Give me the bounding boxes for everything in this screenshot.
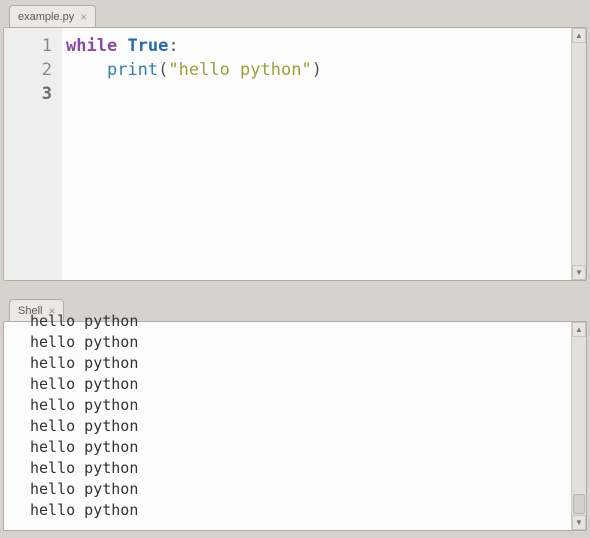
boolean-token: True (127, 36, 168, 56)
editor-tab[interactable]: example.py × (9, 5, 96, 27)
scroll-up-icon[interactable]: ▲ (572, 322, 586, 337)
line-number: 2 (4, 58, 52, 82)
editor-pane: 123 while True: print("hello python") ▲ … (3, 27, 587, 281)
paren-open: ( (158, 60, 168, 80)
editor-scrollbar[interactable]: ▲ ▼ (571, 28, 586, 280)
string-token: "hello python" (168, 60, 311, 80)
shell-panel: Shell × hello python hello python hello … (3, 297, 587, 531)
shell-pane: hello python hello python hello python h… (3, 321, 587, 531)
close-icon[interactable]: × (80, 11, 87, 23)
shell-output[interactable]: hello python hello python hello python h… (4, 311, 571, 530)
func-token: print (107, 60, 158, 80)
editor-tab-label: example.py (18, 11, 74, 23)
scroll-up-icon[interactable]: ▲ (572, 28, 586, 43)
panel-gap (3, 281, 587, 297)
punct-token: : (168, 36, 178, 56)
paren-close: ) (312, 60, 322, 80)
shell-scrollbar[interactable]: ▲ ▼ (571, 322, 586, 530)
keyword-token: while (66, 36, 117, 56)
editor-panel: example.py × 123 while True: print("hell… (3, 3, 587, 281)
editor-tab-bar: example.py × (3, 3, 587, 27)
line-number: 3 (4, 82, 52, 106)
scroll-down-icon[interactable]: ▼ (572, 515, 586, 530)
line-number-gutter: 123 (4, 28, 62, 280)
scroll-down-icon[interactable]: ▼ (572, 265, 586, 280)
code-area[interactable]: while True: print("hello python") (62, 28, 571, 280)
indent (66, 60, 107, 80)
scrollbar-thumb[interactable] (573, 494, 585, 514)
line-number: 1 (4, 34, 52, 58)
